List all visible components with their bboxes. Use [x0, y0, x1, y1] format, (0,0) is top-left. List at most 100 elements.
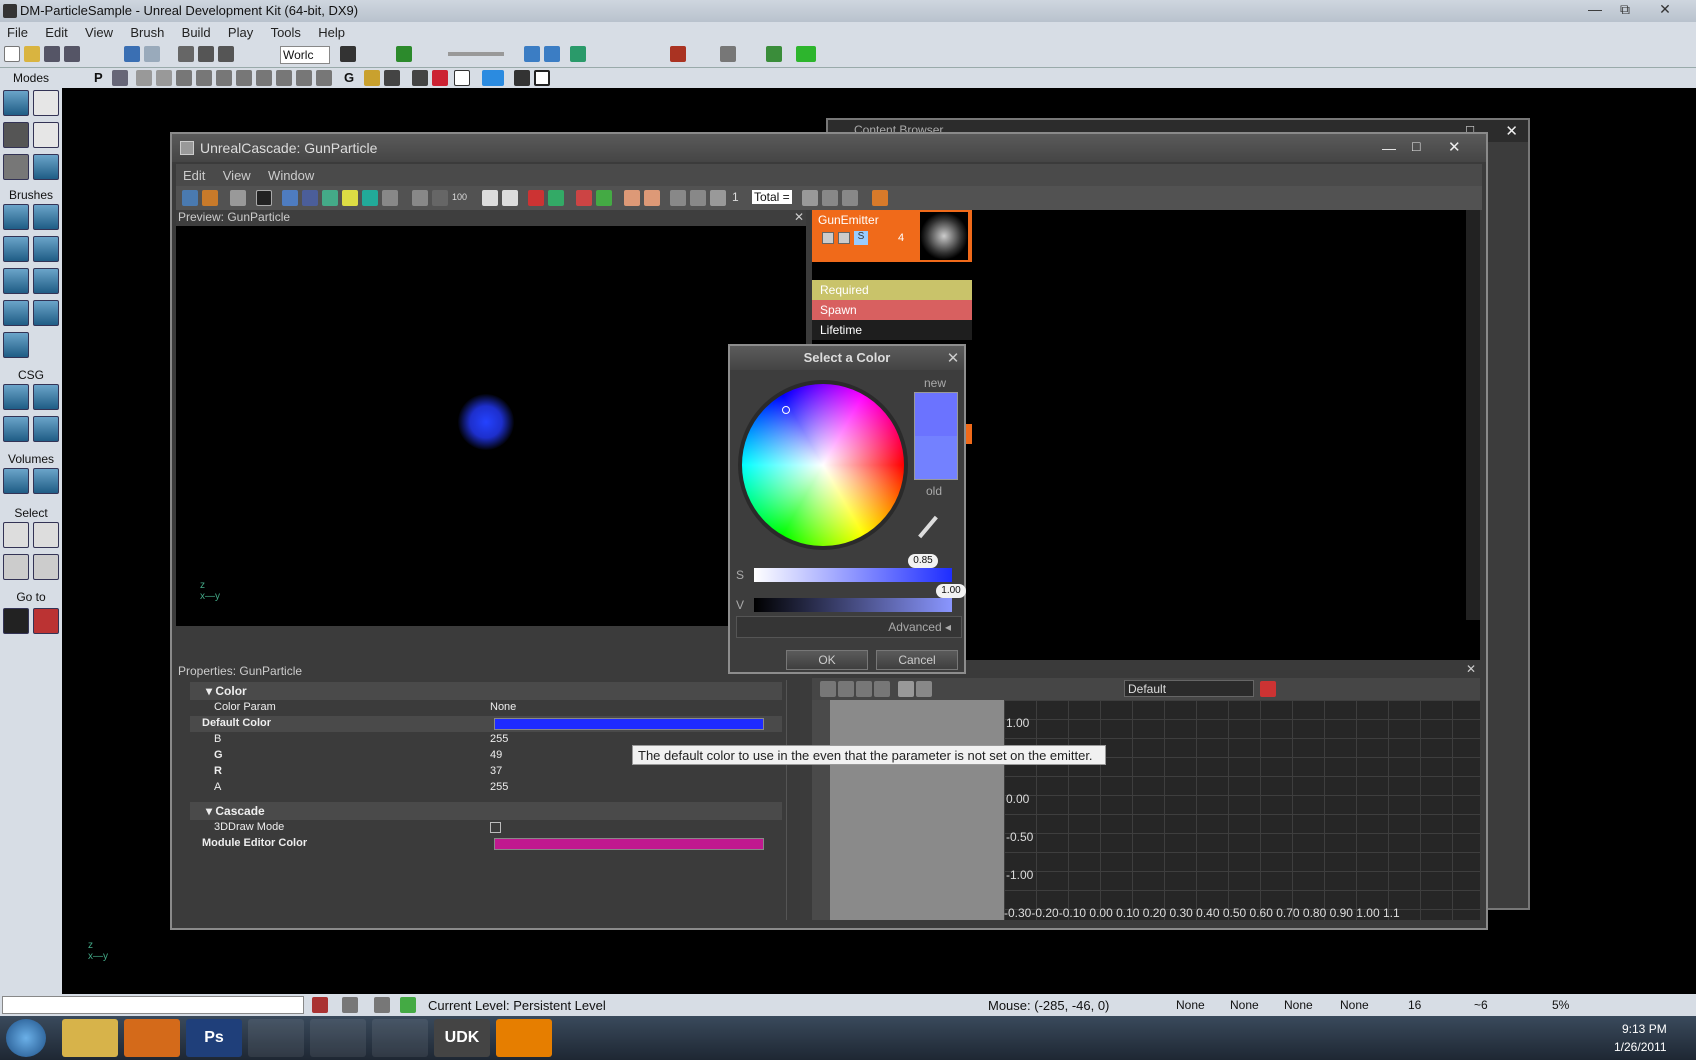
cylinder-brush-button[interactable] — [33, 236, 59, 262]
task-vlc[interactable] — [496, 1019, 552, 1057]
add-volume-button[interactable] — [3, 468, 29, 494]
redo-icon[interactable] — [144, 46, 160, 62]
curve-list[interactable] — [830, 700, 1004, 920]
maximize-view-icon[interactable] — [454, 70, 470, 86]
task-firefox[interactable] — [124, 1019, 180, 1057]
save-all-icon[interactable] — [64, 46, 80, 62]
emitter-render-mode-icon[interactable] — [838, 232, 850, 244]
curve-graph[interactable]: 1.00 0.00 -0.50 -1.00 -0.30-0.20-0.10 0.… — [1004, 700, 1480, 920]
fit-all-icon[interactable] — [856, 681, 872, 697]
unlit-icon[interactable] — [176, 70, 192, 86]
wireframe-icon[interactable] — [136, 70, 152, 86]
lit-icon[interactable] — [196, 70, 212, 86]
prop-a-value[interactable]: 255 — [490, 781, 508, 793]
curved-stair-button[interactable] — [3, 236, 29, 262]
curve-preset-combo[interactable]: Default — [1124, 680, 1254, 697]
status-icon-1[interactable] — [312, 997, 328, 1013]
show-all-button[interactable] — [33, 554, 59, 580]
regen-lod-icon[interactable] — [872, 190, 888, 206]
lod-add-icon[interactable] — [624, 190, 640, 206]
lod-add-after-icon[interactable] — [802, 190, 818, 206]
menu-tools[interactable]: Tools — [264, 22, 308, 40]
speed-label[interactable]: 100 — [452, 192, 467, 202]
bg-color-icon[interactable] — [342, 190, 358, 206]
mesh-paint-button[interactable] — [33, 154, 59, 180]
clock-time[interactable]: 9:13 PM — [1622, 1022, 1667, 1036]
select-invert-button[interactable] — [3, 554, 29, 580]
category-color[interactable]: ▾ Color — [190, 682, 782, 700]
clock-date[interactable]: 1/26/2011 — [1614, 1040, 1667, 1054]
status-icon-3[interactable] — [374, 997, 390, 1013]
loop-icon[interactable] — [482, 190, 498, 206]
command-combo[interactable] — [2, 996, 304, 1014]
move-mode-button[interactable] — [33, 122, 59, 148]
redo-icon[interactable] — [596, 190, 612, 206]
translate-tool-icon[interactable] — [198, 46, 214, 62]
emitter-enable-checkbox[interactable] — [822, 232, 834, 244]
menu-build[interactable]: Build — [175, 22, 218, 40]
undo-icon[interactable] — [576, 190, 592, 206]
menu-brush[interactable]: Brush — [123, 22, 171, 40]
cascade-menu-view[interactable]: View — [216, 164, 258, 183]
drag-grid-3[interactable]: None — [1284, 998, 1313, 1012]
lod-next-icon[interactable] — [822, 190, 838, 206]
task-app-5[interactable] — [310, 1019, 366, 1057]
menu-view[interactable]: View — [78, 22, 120, 40]
search-icon[interactable] — [230, 190, 246, 206]
advanced-toggle[interactable]: Advanced ◂ — [736, 616, 962, 638]
open-icon[interactable] — [24, 46, 40, 62]
terrain-mode-button[interactable] — [3, 122, 29, 148]
csg-add-button[interactable] — [3, 384, 29, 410]
toggle-lighting-icon[interactable] — [362, 190, 378, 206]
volumetric-brush-button[interactable] — [3, 332, 29, 358]
prop-default-color[interactable]: Default Color — [190, 716, 782, 732]
orbit-icon[interactable] — [302, 190, 318, 206]
prop-r[interactable]: R 37 — [190, 764, 782, 780]
pan-mode-icon[interactable] — [898, 681, 914, 697]
color-channels-icon[interactable] — [528, 190, 544, 206]
wireframe-sphere-icon[interactable] — [322, 190, 338, 206]
task-udk[interactable]: UDK — [434, 1019, 490, 1057]
shader-complexity-icon[interactable] — [276, 70, 292, 86]
cascade-menu-edit[interactable]: Edit — [176, 164, 212, 183]
lod-frame-value[interactable]: 1 — [732, 190, 739, 204]
bounds-icon[interactable] — [282, 190, 298, 206]
menu-edit[interactable]: Edit — [38, 22, 74, 40]
play-viewport-icon[interactable] — [482, 70, 504, 86]
lighting-only-icon[interactable] — [216, 70, 232, 86]
content-browser-close-icon[interactable]: ✕ — [1505, 122, 1518, 140]
csg-subtract-button[interactable] — [33, 384, 59, 410]
record-icon[interactable] — [432, 70, 448, 86]
fit-horizontal-icon[interactable] — [820, 681, 836, 697]
lod-first-icon[interactable] — [670, 190, 686, 206]
world-combo[interactable]: Worlc — [280, 46, 330, 64]
restart-level-icon[interactable] — [202, 190, 218, 206]
curve-close-icon[interactable]: ✕ — [1466, 662, 1476, 676]
goto-builder-brush-button[interactable] — [33, 608, 59, 634]
binoculars-icon[interactable] — [340, 46, 356, 62]
default-color-swatch[interactable] — [494, 718, 764, 730]
lightmap-density-icon[interactable] — [296, 70, 312, 86]
curve-tab-icon[interactable] — [1260, 681, 1276, 697]
geometry-mode-button[interactable] — [33, 90, 59, 116]
play-icon[interactable] — [412, 190, 428, 206]
preview-close-icon[interactable]: ✕ — [794, 210, 804, 224]
module-editor-color-swatch[interactable] — [494, 838, 764, 850]
menu-play[interactable]: Play — [221, 22, 260, 40]
lock-icon[interactable] — [364, 70, 380, 86]
select-tool-icon[interactable] — [178, 46, 194, 62]
goto-actor-button[interactable] — [3, 608, 29, 634]
value-value[interactable]: 1.00 — [936, 584, 966, 598]
rotation-snap[interactable]: ~6 — [1474, 998, 1488, 1012]
restore-view-icon[interactable] — [534, 70, 550, 86]
rotate-tool-icon[interactable] — [218, 46, 234, 62]
viewport-type-icon[interactable] — [112, 70, 128, 86]
eyedropper-icon[interactable] — [918, 515, 938, 539]
menu-file[interactable]: File — [0, 22, 35, 40]
content-browser-icon[interactable] — [720, 46, 736, 62]
menu-help[interactable]: Help — [311, 22, 352, 40]
zoom-mode-icon[interactable] — [916, 681, 932, 697]
grid-icon[interactable] — [382, 190, 398, 206]
category-cascade[interactable]: ▾ Cascade — [190, 802, 782, 820]
spiral-stair-button[interactable] — [3, 300, 29, 326]
